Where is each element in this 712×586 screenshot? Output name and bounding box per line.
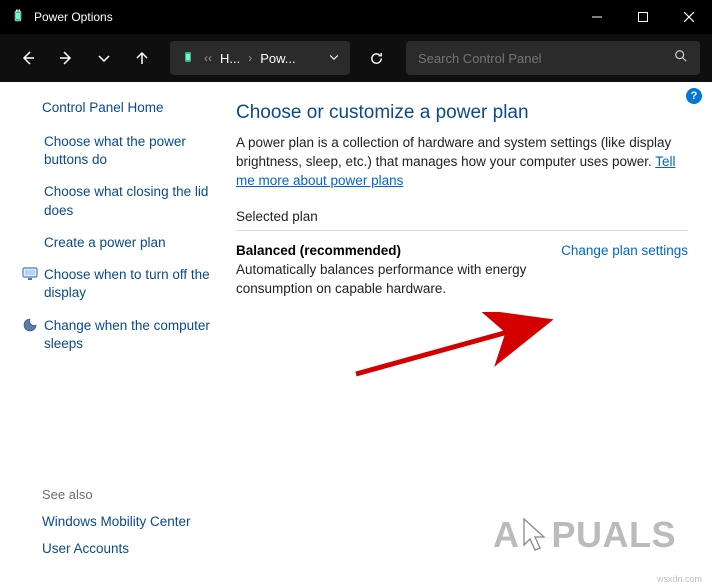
plan-name: Balanced (recommended)	[236, 243, 541, 258]
sidebar-link-turn-off-display[interactable]: Choose when to turn off the display	[22, 266, 218, 302]
sidebar-link-label: Choose what closing the lid does	[44, 183, 218, 219]
titlebar: Power Options	[0, 0, 712, 34]
search-bar[interactable]	[406, 41, 700, 75]
search-input[interactable]	[418, 51, 674, 66]
see-also-user-accounts[interactable]: User Accounts	[22, 541, 218, 556]
sidebar-link-create-plan[interactable]: Create a power plan	[22, 234, 218, 252]
desc-text: A power plan is a collection of hardware…	[236, 135, 671, 169]
source-text: wsxdn.com	[657, 574, 702, 584]
blank-icon	[22, 183, 38, 199]
blank-icon	[22, 133, 38, 149]
window-title: Power Options	[34, 10, 113, 24]
refresh-button[interactable]	[360, 42, 392, 74]
sidebar-link-power-buttons[interactable]: Choose what the power buttons do	[22, 133, 218, 169]
sidebar-link-label: Change when the computer sleeps	[44, 317, 218, 353]
minimize-button[interactable]	[574, 0, 620, 34]
address-dropdown-icon[interactable]	[328, 51, 340, 66]
plan-row: Balanced (recommended) Automatically bal…	[236, 243, 688, 299]
sidebar-link-label: Choose what the power buttons do	[44, 133, 218, 169]
sidebar-link-label: Choose when to turn off the display	[44, 266, 218, 302]
titlebar-left: Power Options	[10, 9, 113, 25]
sidebar-link-closing-lid[interactable]: Choose what closing the lid does	[22, 183, 218, 219]
selected-plan-label: Selected plan	[236, 209, 688, 224]
navbar: ‹‹ H... › Pow...	[0, 34, 712, 82]
content: Control Panel Home Choose what the power…	[0, 82, 712, 586]
crumb-chevron-2: ›	[248, 51, 252, 65]
monitor-icon	[22, 266, 38, 282]
breadcrumb-1[interactable]: H...	[220, 51, 240, 66]
back-button[interactable]	[12, 42, 44, 74]
section-divider	[236, 230, 688, 231]
blank-icon	[22, 234, 38, 250]
change-plan-settings-link[interactable]: Change plan settings	[561, 243, 688, 258]
crumb-chevron-1: ‹‹	[204, 51, 212, 65]
sidebar: Control Panel Home Choose what the power…	[0, 82, 222, 586]
maximize-button[interactable]	[620, 0, 666, 34]
plan-description: Automatically balances performance with …	[236, 261, 541, 299]
moon-icon	[22, 317, 38, 333]
power-icon	[180, 50, 196, 66]
control-panel-home-link[interactable]: Control Panel Home	[22, 100, 218, 115]
address-bar[interactable]: ‹‹ H... › Pow...	[170, 41, 350, 75]
breadcrumb-2[interactable]: Pow...	[260, 51, 295, 66]
help-icon[interactable]: ?	[686, 88, 702, 104]
sidebar-link-computer-sleeps[interactable]: Change when the computer sleeps	[22, 317, 218, 353]
page-heading: Choose or customize a power plan	[236, 102, 688, 124]
see-also-mobility-center[interactable]: Windows Mobility Center	[22, 514, 218, 529]
search-icon	[674, 49, 688, 68]
page-description: A power plan is a collection of hardware…	[236, 134, 688, 191]
forward-button[interactable]	[50, 42, 82, 74]
see-also-label: See also	[22, 487, 218, 502]
main-panel: ? Choose or customize a power plan A pow…	[222, 82, 712, 586]
up-button[interactable]	[126, 42, 158, 74]
sidebar-link-label: Create a power plan	[44, 234, 218, 252]
recent-dropdown[interactable]	[88, 42, 120, 74]
power-options-icon	[10, 9, 26, 25]
window-controls	[574, 0, 712, 34]
close-button[interactable]	[666, 0, 712, 34]
plan-info: Balanced (recommended) Automatically bal…	[236, 243, 541, 299]
